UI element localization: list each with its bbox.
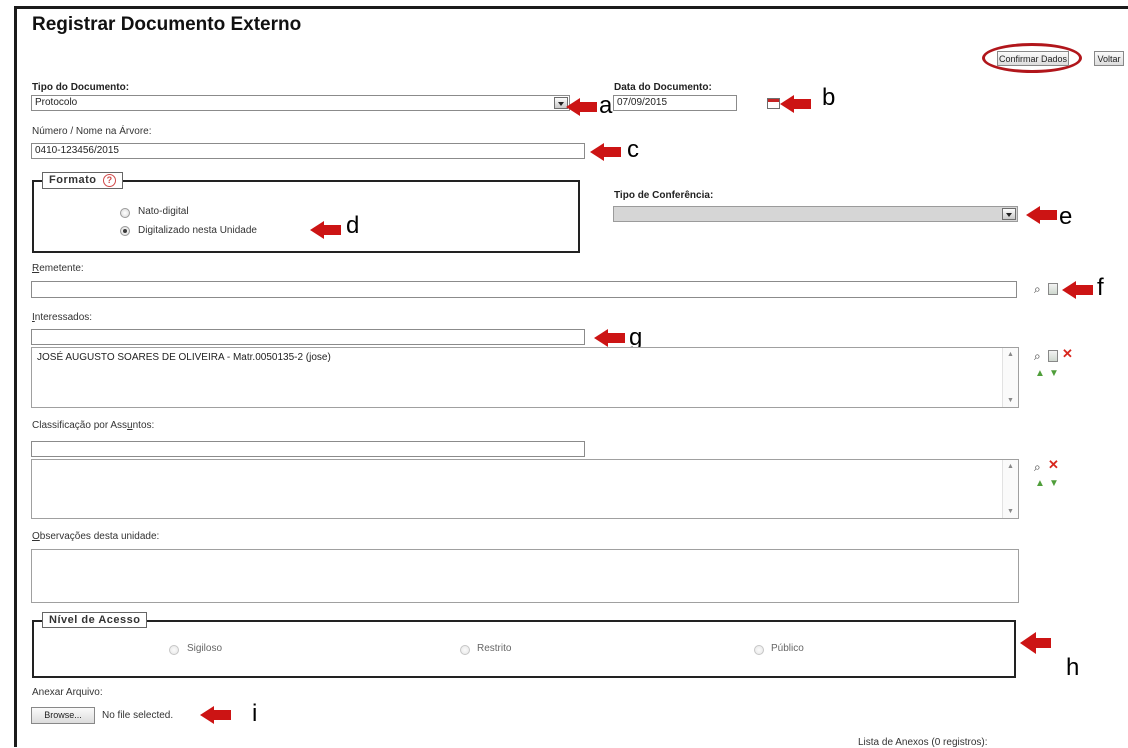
formato-nato-digital-radio[interactable] — [120, 208, 130, 218]
annotation-letter-b: b — [822, 84, 836, 111]
tipo-conferencia-label: Tipo de Conferência: — [614, 190, 714, 201]
calendar-icon[interactable] — [767, 98, 780, 109]
annotation-arrow-d — [310, 221, 341, 239]
nivel-publico-label: Público — [771, 643, 804, 654]
tipo-conferencia-select[interactable] — [613, 206, 1018, 222]
interessados-label-rest: nteressados: — [34, 312, 93, 323]
tipo-documento-label: Tipo do Documento: — [32, 82, 130, 93]
formato-digitalizado-label: Digitalizado nesta Unidade — [138, 225, 257, 236]
magnifier-icon[interactable]: ⌕ — [1034, 350, 1041, 362]
window-top-border — [14, 6, 1128, 9]
interessados-label: Interessados: — [32, 312, 92, 323]
scroll-down-icon[interactable]: ▼ — [1007, 397, 1014, 404]
remetente-input[interactable] — [31, 281, 1017, 298]
annotation-arrow-g — [594, 329, 625, 347]
data-documento-input[interactable]: 07/09/2015 — [613, 95, 737, 111]
observacoes-label: Observações desta unidade: — [32, 531, 159, 542]
anexar-label: Anexar Arquivo: — [32, 687, 103, 698]
tipo-documento-select[interactable]: Protocolo — [31, 95, 570, 111]
nivel-publico-radio[interactable] — [754, 645, 764, 655]
chevron-down-icon[interactable] — [1002, 208, 1016, 220]
arrow-down-icon[interactable]: ▼ — [1049, 478, 1059, 490]
numero-label: Número / Nome na Árvore: — [32, 126, 152, 137]
list-item[interactable]: JOSÉ AUGUSTO SOARES DE OLIVEIRA - Matr.0… — [37, 352, 1013, 363]
annotation-arrow-h — [1020, 632, 1051, 654]
interessados-list[interactable]: JOSÉ AUGUSTO SOARES DE OLIVEIRA - Matr.0… — [31, 347, 1019, 408]
magnifier-icon[interactable]: ⌕ — [1034, 461, 1041, 473]
close-icon[interactable]: ✕ — [1062, 347, 1073, 360]
annotation-arrow-i — [200, 706, 231, 724]
annotation-letter-c: c — [627, 136, 639, 163]
nivel-acesso-legend: Nível de Acesso — [42, 612, 148, 628]
formato-digitalizado-radio[interactable] — [120, 226, 130, 236]
formato-legend-text: Formato — [49, 174, 97, 186]
magnifier-icon[interactable]: ⌕ — [1034, 283, 1041, 295]
nivel-restrito-label: Restrito — [477, 643, 512, 654]
data-documento-label: Data do Documento: — [614, 82, 712, 93]
annotation-arrow-a — [566, 98, 597, 116]
nivel-restrito-radio[interactable] — [460, 645, 470, 655]
annotation-arrow-c — [590, 143, 621, 161]
formato-nato-digital-label: Nato-digital — [138, 206, 189, 217]
new-document-icon[interactable] — [1048, 283, 1058, 295]
arrow-up-icon[interactable]: ▲ — [1035, 368, 1045, 380]
numero-input[interactable]: 0410-123456/2015 — [31, 143, 585, 159]
annotation-letter-f: f — [1097, 274, 1104, 301]
scroll-down-icon[interactable]: ▼ — [1007, 508, 1014, 515]
nivel-acesso-fieldset — [32, 620, 1016, 678]
nivel-sigiloso-radio[interactable] — [169, 645, 179, 655]
annotation-letter-h: h — [1066, 654, 1080, 681]
help-icon[interactable]: ? — [103, 174, 117, 187]
formato-fieldset — [32, 180, 580, 253]
browse-button[interactable]: Browse... — [31, 707, 95, 724]
annotation-letter-d: d — [346, 212, 360, 239]
classificacao-scrollbar[interactable]: ▲ ▼ — [1002, 460, 1018, 518]
interessados-scrollbar[interactable]: ▲ ▼ — [1002, 348, 1018, 407]
observacoes-label-accesskey: O — [32, 531, 40, 542]
back-button[interactable]: Voltar — [1094, 51, 1124, 66]
remetente-label-rest: emetente: — [39, 263, 84, 274]
nivel-sigiloso-label: Sigiloso — [187, 643, 223, 654]
observacoes-label-rest: bservações desta unidade: — [39, 531, 160, 542]
window-left-border — [14, 6, 17, 747]
interessados-input[interactable] — [31, 329, 585, 345]
annotation-letter-i: i — [252, 700, 258, 727]
annotation-letter-a: a — [599, 92, 613, 119]
arrow-down-icon[interactable]: ▼ — [1049, 368, 1059, 380]
remetente-label: Remetente: — [32, 263, 84, 274]
close-icon[interactable]: ✕ — [1048, 458, 1059, 471]
arrow-up-icon[interactable]: ▲ — [1035, 478, 1045, 490]
classificacao-label-post: ntos: — [132, 420, 155, 431]
annotation-letter-e: e — [1059, 203, 1073, 230]
anexos-lista-caption: Lista de Anexos (0 registros): — [858, 737, 988, 748]
annotation-arrow-f — [1062, 281, 1093, 299]
new-document-icon[interactable] — [1048, 350, 1058, 362]
classificacao-input[interactable] — [31, 441, 585, 457]
classificacao-label: Classificação por Assuntos: — [32, 420, 154, 431]
classificacao-label-pre: Classificação por Ass — [32, 420, 128, 431]
classificacao-list[interactable]: ▲ ▼ — [31, 459, 1019, 519]
scroll-up-icon[interactable]: ▲ — [1007, 351, 1014, 358]
annotation-arrow-e — [1026, 206, 1057, 224]
page-title: Registrar Documento Externo — [32, 14, 302, 35]
confirm-button[interactable]: Confirmar Dados — [997, 51, 1069, 66]
annotation-arrow-b — [780, 95, 811, 113]
file-status: No file selected. — [102, 710, 174, 721]
observacoes-textarea[interactable] — [31, 549, 1019, 603]
scroll-up-icon[interactable]: ▲ — [1007, 463, 1014, 470]
formato-legend: Formato ? — [42, 172, 124, 189]
tipo-documento-value: Protocolo — [35, 97, 78, 108]
